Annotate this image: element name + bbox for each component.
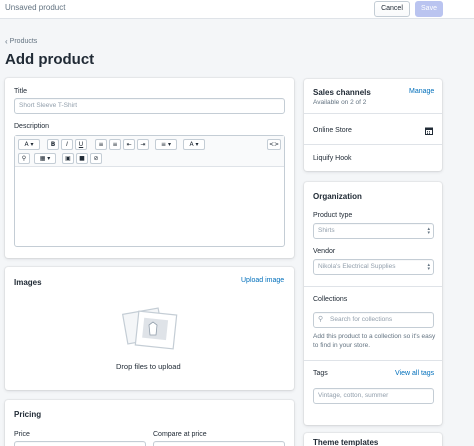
top-bar: Unsaved product Cancel Save — [0, 0, 474, 19]
availability-text: Available on 2 of 2 — [313, 99, 367, 106]
editor-toolbar: A ▾ B I U ≡ ≡ ⇤ ⇥ ≡ ▾ A ▾ <> ⚲ ▦ ▾ ▣ ■ ⊘ — [15, 136, 284, 167]
indent-icon[interactable]: ⇥ — [137, 139, 149, 150]
outdent-icon[interactable]: ⇤ — [123, 139, 135, 150]
tags-input[interactable]: Vintage, cotton, summer — [313, 388, 434, 404]
title-input[interactable]: Short Sleeve T-Shirt — [14, 98, 285, 114]
price-label: Price — [14, 431, 30, 438]
channels-divider-2 — [304, 144, 442, 145]
theme-templates-heading: Theme templates — [313, 438, 379, 446]
images-heading: Images — [14, 278, 42, 287]
organization-divider — [304, 286, 442, 287]
collections-label: Collections — [313, 296, 348, 303]
view-all-tags-link[interactable]: View all tags — [395, 370, 434, 377]
breadcrumb[interactable]: ‹ Products — [5, 37, 37, 46]
clear-format-icon[interactable]: ⊘ — [90, 153, 102, 164]
table-dropdown-icon[interactable]: ▦ ▾ — [34, 153, 56, 164]
image-icon[interactable]: ▣ — [62, 153, 74, 164]
manage-link[interactable]: Manage — [409, 88, 434, 95]
tags-label: Tags — [313, 370, 328, 377]
organization-heading: Organization — [313, 192, 362, 201]
description-label: Description — [14, 123, 50, 130]
collections-help-text: Add this product to a collection so it's… — [313, 333, 436, 349]
price-input[interactable] — [14, 441, 146, 446]
image-placeholder-icon — [121, 307, 178, 350]
align-dropdown[interactable]: ≡ ▾ — [155, 139, 177, 150]
italic-button[interactable]: I — [61, 139, 73, 150]
channel-liquify-hook: Liquify Hook — [313, 155, 352, 162]
unsaved-title: Unsaved product — [5, 3, 66, 12]
product-type-label: Product type — [313, 212, 353, 219]
vendor-label: Vendor — [313, 248, 336, 255]
select-arrows-icon: ▴ ▾ — [427, 262, 430, 272]
chevron-left-icon: ‹ — [5, 37, 8, 46]
drop-files-text: Drop files to upload — [116, 362, 181, 371]
bullet-list-icon[interactable]: ≡ — [95, 139, 107, 150]
channel-online-store: Online Store — [313, 127, 352, 134]
pricing-card — [5, 400, 294, 446]
vendor-value: Nikola's Electrical Supplies — [318, 263, 396, 270]
numbered-list-icon[interactable]: ≡ — [109, 139, 121, 150]
compare-price-label: Compare at price — [153, 431, 207, 438]
color-dropdown[interactable]: A ▾ — [183, 139, 205, 150]
channels-divider — [304, 113, 442, 114]
title-label: Title — [14, 88, 27, 95]
search-icon: ⚲ — [318, 316, 324, 323]
compare-price-input[interactable] — [153, 441, 285, 446]
collections-placeholder: Search for collections — [330, 316, 393, 323]
underline-button[interactable]: U — [75, 139, 87, 150]
organization-divider-2 — [304, 360, 442, 361]
bold-button[interactable]: B — [47, 139, 59, 150]
breadcrumb-products[interactable]: Products — [10, 38, 38, 45]
video-icon[interactable]: ■ — [76, 153, 88, 164]
font-dropdown[interactable]: A ▾ — [18, 139, 40, 150]
product-type-value: Shirts — [318, 227, 335, 234]
description-editor[interactable]: A ▾ B I U ≡ ≡ ⇤ ⇥ ≡ ▾ A ▾ <> ⚲ ▦ ▾ ▣ ■ ⊘ — [14, 135, 285, 247]
upload-image-link[interactable]: Upload image — [241, 277, 284, 284]
html-toggle-button[interactable]: <> — [267, 139, 281, 150]
page-title: Add product — [5, 51, 95, 68]
pricing-heading: Pricing — [14, 410, 42, 419]
cancel-button[interactable]: Cancel — [374, 1, 410, 17]
vendor-select[interactable]: Nikola's Electrical Supplies ▴ ▾ — [313, 259, 434, 275]
collections-search-input[interactable]: ⚲ Search for collections — [313, 312, 434, 328]
calendar-icon[interactable] — [425, 127, 433, 135]
save-button[interactable]: Save — [415, 1, 443, 17]
product-type-select[interactable]: Shirts ▴ ▾ — [313, 223, 434, 239]
sales-channels-heading: Sales channels — [313, 88, 371, 97]
select-arrows-icon: ▴ ▾ — [427, 226, 430, 236]
link-icon[interactable]: ⚲ — [18, 153, 30, 164]
